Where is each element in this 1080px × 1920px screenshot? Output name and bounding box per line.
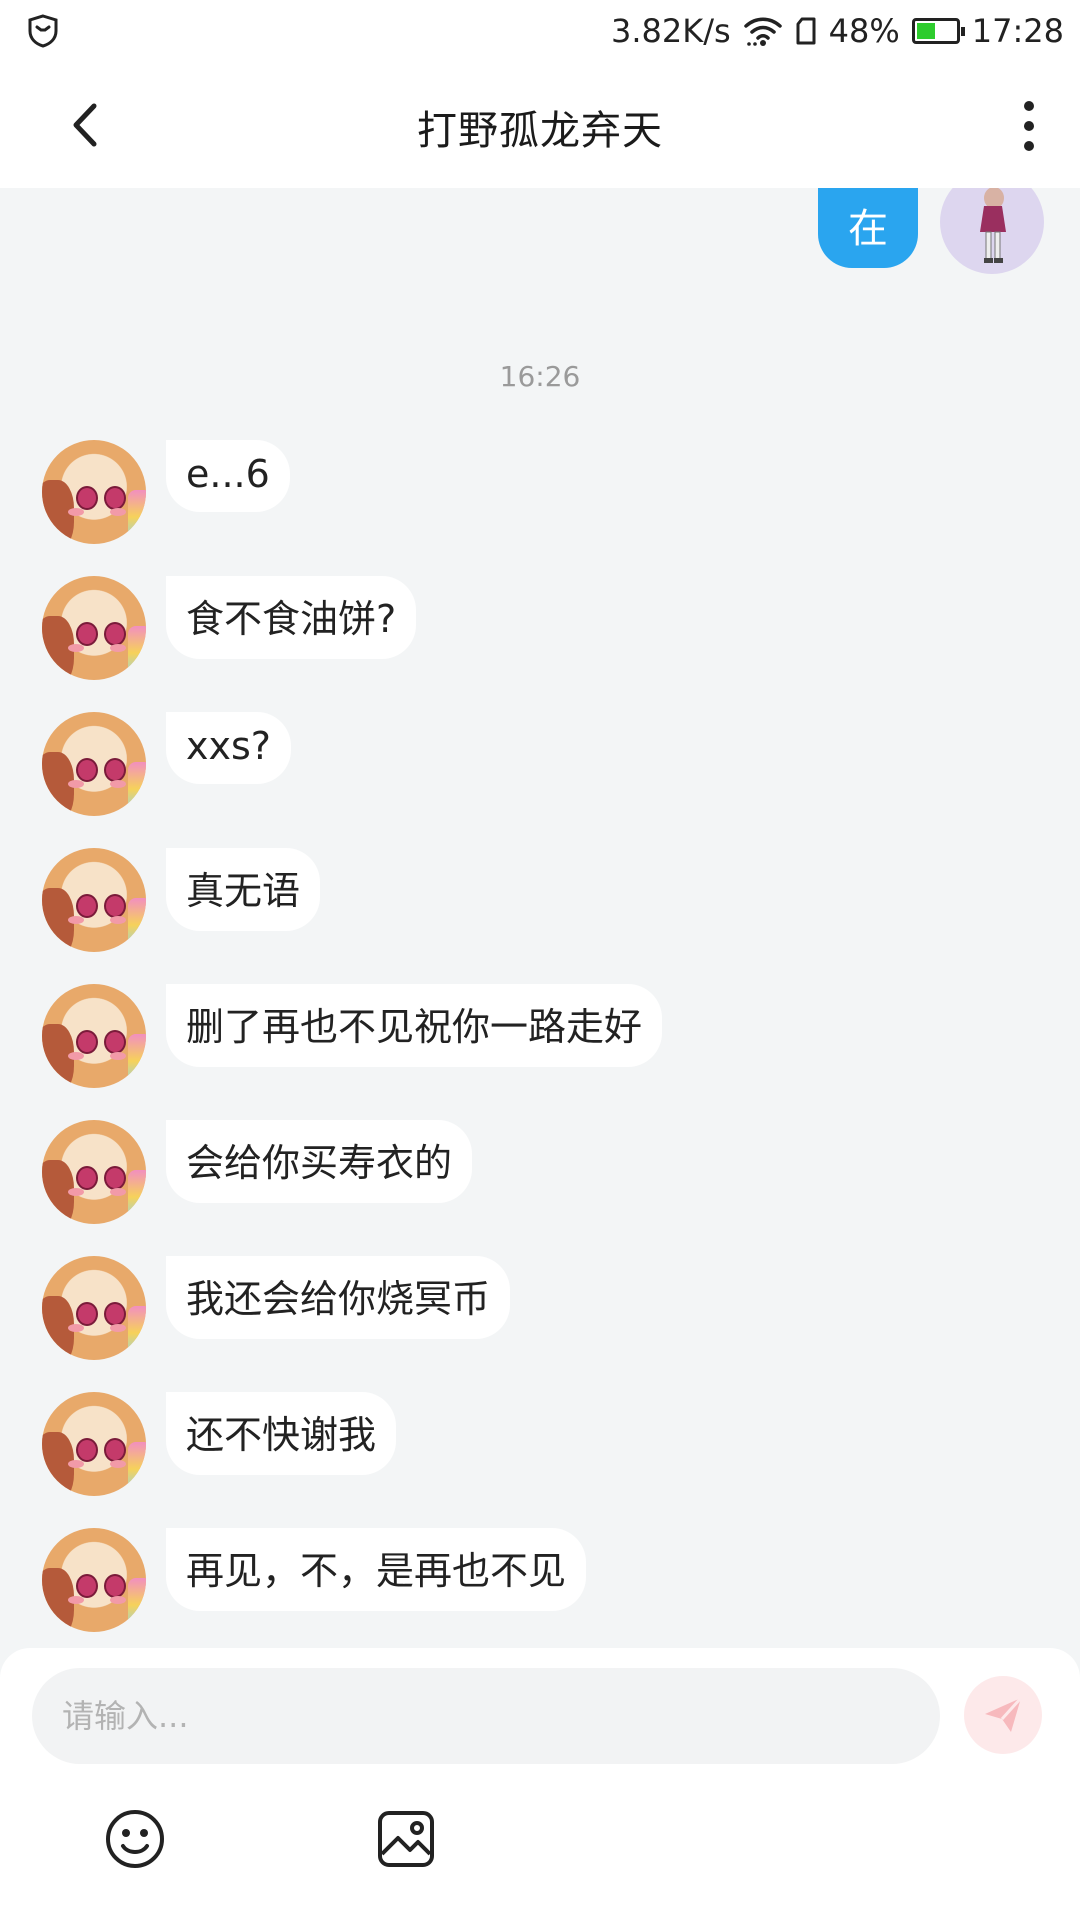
incoming-message: 还不快谢我 [42,1392,397,1496]
contact-avatar[interactable] [42,1120,146,1224]
battery-icon [911,18,965,44]
sim-icon [796,17,816,45]
contact-avatar[interactable] [42,984,146,1088]
outgoing-message: 在 [818,188,1044,274]
wifi-icon [743,17,782,46]
battery-percent: 48% [828,12,900,50]
composer-panel [0,1648,1080,1920]
message-input[interactable] [32,1668,940,1764]
contact-avatar[interactable] [42,712,146,816]
paper-plane-icon [985,1696,1023,1732]
incoming-bubble[interactable]: 真无语 [166,848,321,931]
status-bar: 3.82K/s 48% 17:28 [0,0,1080,62]
incoming-message: e...6 [42,440,290,544]
shield-icon [28,14,58,48]
incoming-bubble[interactable]: 食不食油饼? [166,576,417,659]
emoji-icon[interactable] [104,1808,166,1870]
contact-avatar[interactable] [42,1392,146,1496]
contact-avatar[interactable] [42,1256,146,1360]
incoming-bubble[interactable]: xxs? [166,712,291,784]
contact-avatar[interactable] [42,848,146,952]
send-button[interactable] [964,1676,1042,1754]
message-timestamp: 16:26 [499,360,581,393]
message-list[interactable]: 在 16:26 e...6 食不食油饼? xxs? 真无语 删了再也不见祝你一路… [0,188,1080,1648]
battery-level-fill [916,23,935,39]
image-icon[interactable] [376,1808,436,1870]
incoming-message: 真无语 [42,848,321,952]
chat-header: 打野孤龙弃天 [0,62,1080,188]
incoming-message: 我还会给你烧冥币 [42,1256,511,1360]
contact-avatar[interactable] [42,1528,146,1632]
my-avatar[interactable] [940,188,1044,274]
outgoing-bubble[interactable]: 在 [818,188,918,268]
incoming-bubble[interactable]: 删了再也不见祝你一路走好 [166,984,663,1067]
incoming-message: 食不食油饼? [42,576,417,680]
incoming-message: 删了再也不见祝你一路走好 [42,984,663,1088]
incoming-bubble[interactable]: 还不快谢我 [166,1392,397,1475]
character-figure-icon [980,188,1006,263]
contact-avatar[interactable] [42,440,146,544]
incoming-message: 会给你买寿衣的 [42,1120,473,1224]
more-vertical-icon[interactable] [1014,98,1044,154]
incoming-bubble[interactable]: 我还会给你烧冥币 [166,1256,511,1339]
page-title: 打野孤龙弃天 [417,108,663,154]
clock: 17:28 [971,12,1064,50]
incoming-bubble[interactable]: 再见，不，是再也不见 [166,1528,587,1611]
incoming-message: xxs? [42,712,291,816]
incoming-bubble[interactable]: e...6 [166,440,290,512]
network-speed: 3.82K/s [610,12,731,50]
contact-avatar[interactable] [42,576,146,680]
status-right: 3.82K/s 48% 17:28 [611,8,1064,54]
incoming-bubble[interactable]: 会给你买寿衣的 [166,1120,473,1203]
incoming-message: 再见，不，是再也不见 [42,1528,587,1632]
